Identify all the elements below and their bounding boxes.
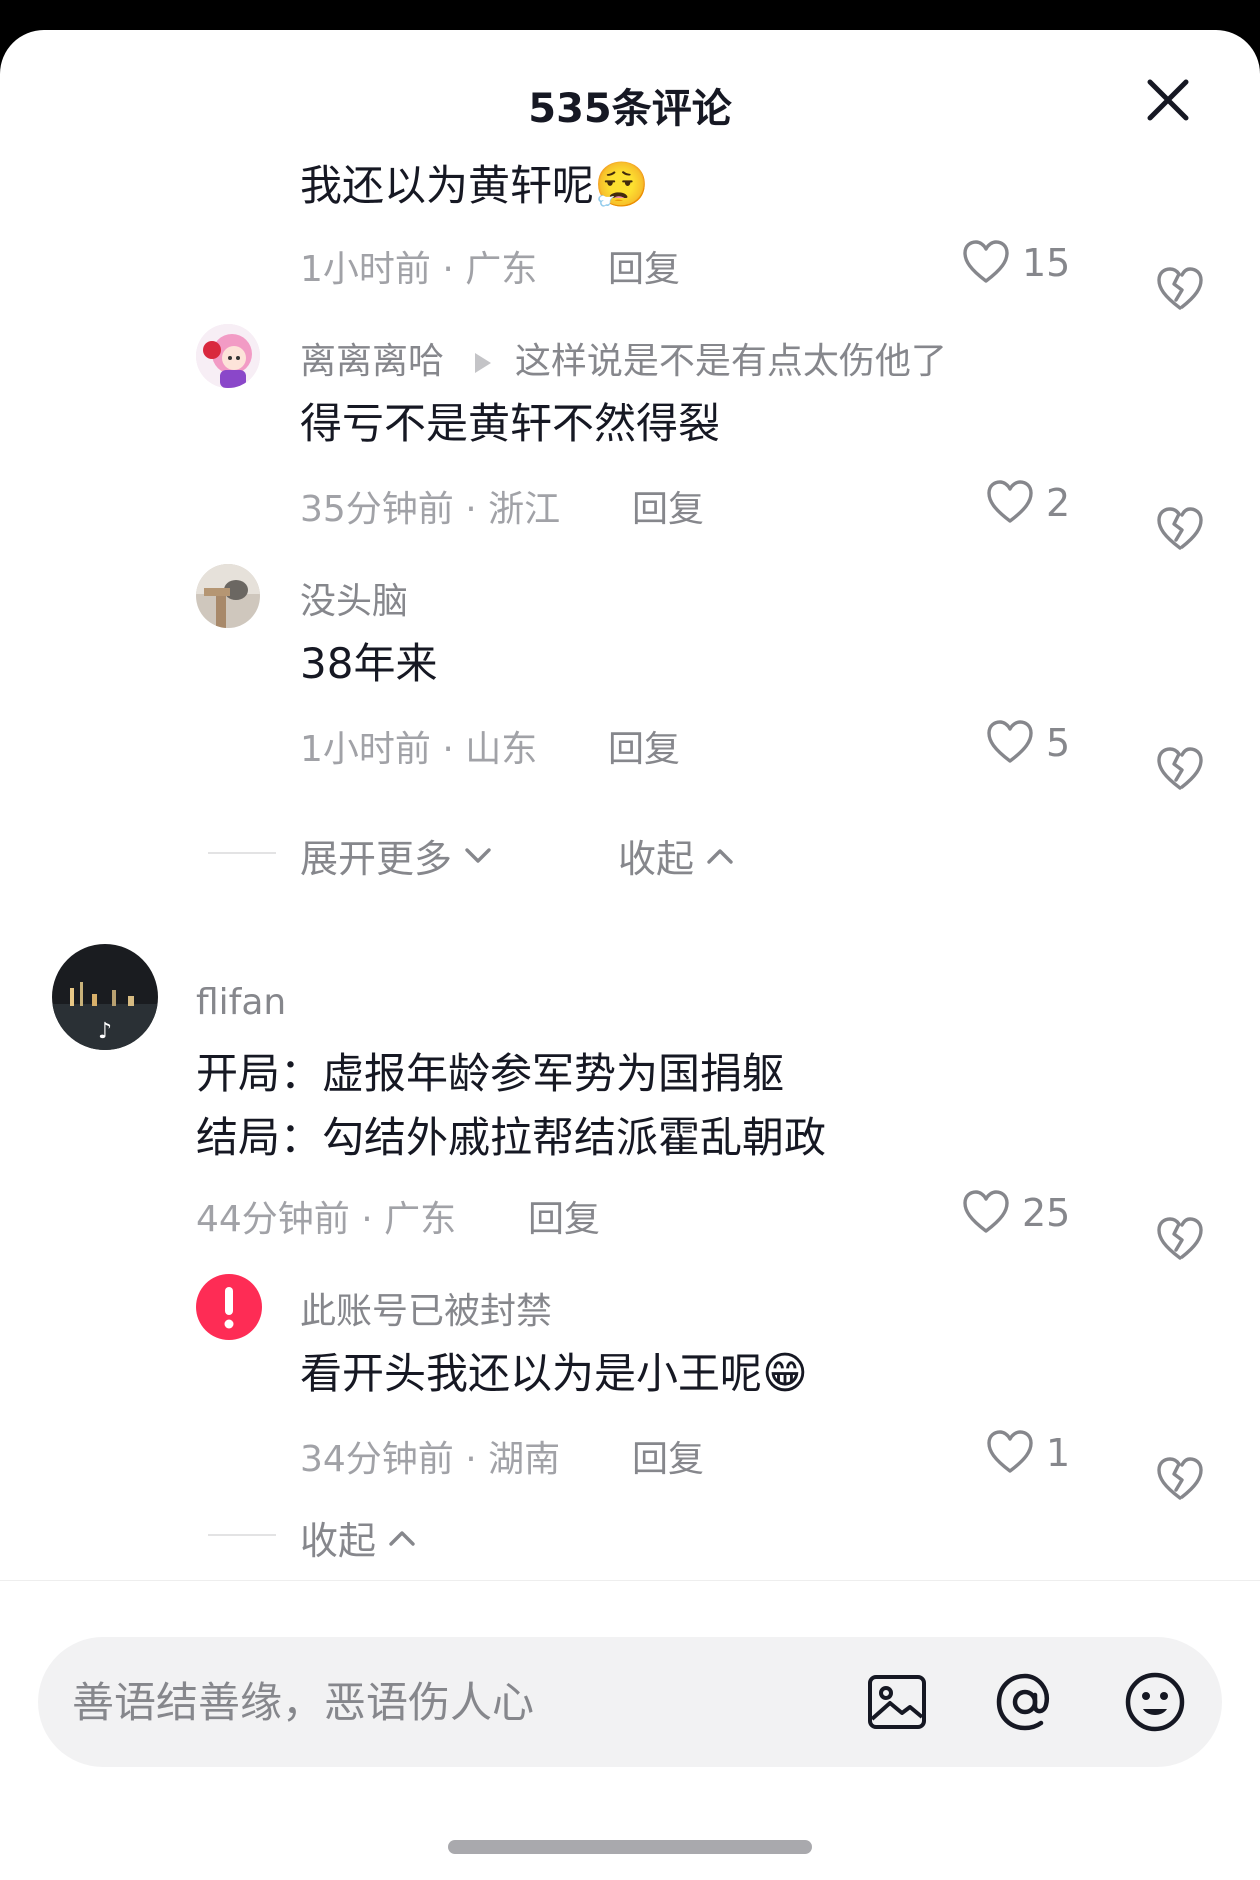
broken-heart-icon[interactable] [1154, 1454, 1206, 1506]
image-icon[interactable] [864, 1669, 930, 1735]
comment-author: 此账号已被封禁 [300, 1291, 553, 1332]
close-icon[interactable] [1140, 72, 1196, 128]
broken-heart-icon[interactable] [1154, 744, 1206, 796]
like-button[interactable]: 1 [984, 1427, 1070, 1479]
cat-photo-avatar-icon [196, 564, 260, 628]
like-count: 5 [1046, 721, 1071, 765]
banned-avatar [196, 1274, 262, 1340]
comment-input-bar [0, 1580, 1260, 1880]
reply-button[interactable]: 回复 [608, 720, 680, 772]
comments-header: 535条评论 [0, 30, 1260, 170]
reply-target-text: 这样说是不是有点太伤他了 [514, 341, 947, 382]
chevron-up-icon [707, 848, 733, 864]
chevron-up-icon [389, 1530, 415, 1546]
comment-text: 看开头我还以为是小王呢 [300, 1349, 763, 1398]
comment-author[interactable]: 没头脑 [300, 572, 408, 624]
comment-author[interactable]: 离离离哈 [300, 341, 444, 382]
reply-button[interactable]: 回复 [608, 240, 680, 292]
heart-icon [987, 1430, 1033, 1473]
broken-heart-icon[interactable] [1154, 504, 1206, 556]
comment-time-location: 1小时前 · 广东 [300, 249, 538, 290]
comments-count-title: 535条评论 [528, 86, 732, 132]
comment-time-location: 34分钟前 · 湖南 [300, 1439, 561, 1480]
like-count: 15 [1022, 241, 1071, 285]
emoji: 😮‍💨 [594, 160, 649, 211]
reply-button[interactable]: 回复 [528, 1190, 600, 1242]
like-button[interactable]: 5 [984, 717, 1070, 769]
chevron-down-icon [465, 847, 491, 863]
like-button[interactable]: 25 [960, 1187, 1070, 1239]
anime-avatar-icon [196, 324, 260, 388]
comment-time-location: 1小时前 · 山东 [300, 729, 538, 770]
broken-heart-icon[interactable] [1154, 1214, 1206, 1266]
comment-time-location: 44分钟前 · 广东 [196, 1199, 457, 1240]
comment-author[interactable]: flifan [196, 982, 286, 1023]
collapse-button[interactable]: 收起 [300, 1510, 420, 1565]
heart-icon [987, 480, 1033, 523]
comment-text: 得亏不是黄轩不然得裂 [300, 399, 721, 448]
broken-heart-icon[interactable] [1154, 264, 1206, 316]
home-indicator[interactable] [448, 1840, 812, 1854]
exclamation-icon [224, 1287, 234, 1329]
avatar[interactable]: ♪ [52, 944, 158, 1050]
collapse-button[interactable]: 收起 [618, 828, 738, 883]
avatar[interactable] [196, 564, 260, 628]
comment-input[interactable] [72, 1637, 832, 1767]
thread-divider [208, 852, 276, 854]
mention-icon[interactable] [992, 1669, 1058, 1735]
comment-input-container[interactable] [38, 1637, 1222, 1767]
avatar[interactable] [196, 324, 260, 388]
emoji: 😁 [762, 1348, 808, 1399]
comment-text-line: 开局：虚报年龄参军势为国捐躯 [196, 1049, 785, 1098]
emoji-icon[interactable] [1122, 1669, 1188, 1735]
like-button[interactable]: 15 [960, 237, 1070, 289]
thread-divider [208, 1534, 276, 1536]
heart-icon [963, 1190, 1009, 1233]
comment-time-location: 35分钟前 · 浙江 [300, 489, 561, 530]
reply-button[interactable]: 回复 [632, 1430, 704, 1482]
like-button[interactable]: 2 [984, 477, 1070, 529]
like-count: 2 [1046, 481, 1071, 525]
heart-icon [963, 240, 1009, 283]
svg-text:♪: ♪ [98, 1019, 112, 1044]
expand-more-button[interactable]: 展开更多 [300, 828, 496, 883]
comments-sheet: 535条评论 我还以为黄轩呢😮‍💨 1小时前 · 广东 回复 15 [0, 30, 1260, 1880]
like-count: 25 [1022, 1191, 1071, 1235]
like-count: 1 [1046, 1431, 1071, 1475]
reply-button[interactable]: 回复 [632, 480, 704, 532]
comment-text: 我还以为黄轩呢 [300, 161, 595, 210]
heart-icon [987, 720, 1033, 763]
comment-text: 38年来 [300, 639, 438, 688]
city-night-avatar-icon: ♪ [52, 944, 158, 1050]
reply-arrow-icon [475, 353, 492, 373]
comment-text-line: 结局：勾结外戚拉帮结派霍乱朝政 [196, 1113, 827, 1162]
